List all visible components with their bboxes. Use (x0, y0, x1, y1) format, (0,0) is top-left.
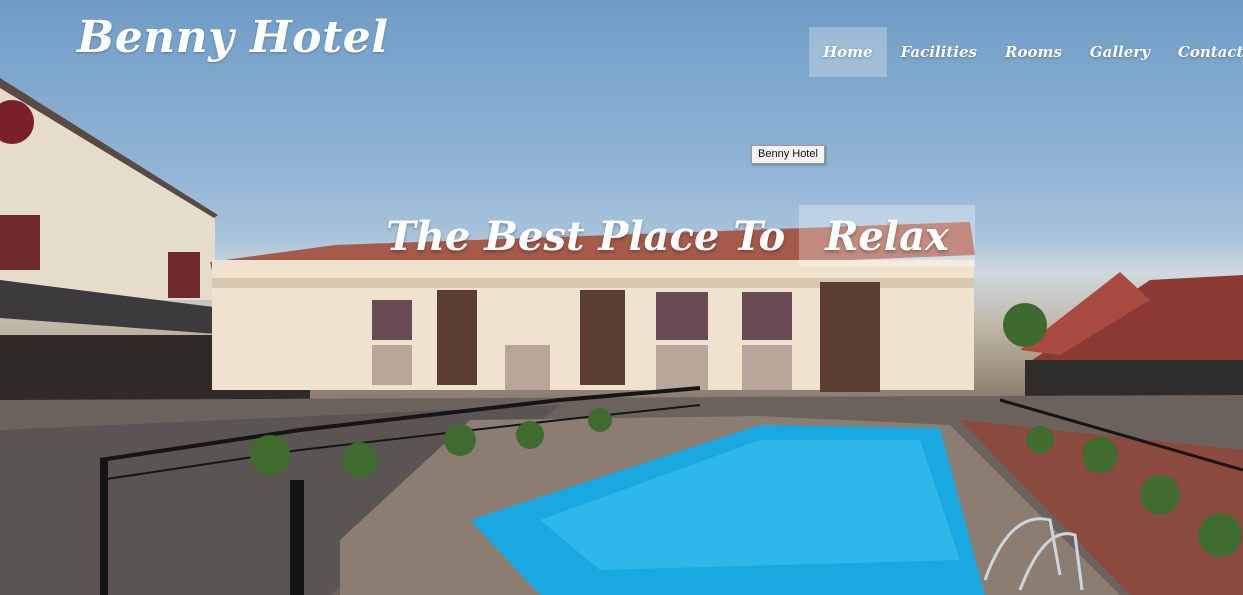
nav-gallery[interactable]: Gallery (1076, 27, 1164, 77)
hero-banner: Benny Hotel Home Facilities Rooms Galler… (0, 0, 1243, 595)
tagline-prefix: The Best Place To (386, 212, 786, 260)
nav-contact[interactable]: Contact (1164, 27, 1243, 77)
hero-background-photo (0, 78, 1243, 595)
main-nav: Home Facilities Rooms Gallery Contact (809, 27, 1243, 77)
nav-home[interactable]: Home (809, 27, 887, 77)
nav-facilities[interactable]: Facilities (887, 27, 991, 77)
tagline-rotating-word: Relax (799, 205, 975, 267)
hero-tagline: The Best Place To Relax (386, 205, 975, 267)
site-logo-title[interactable]: Benny Hotel (77, 12, 389, 63)
nav-rooms[interactable]: Rooms (991, 27, 1076, 77)
hover-tooltip: Benny Hotel (751, 145, 825, 164)
